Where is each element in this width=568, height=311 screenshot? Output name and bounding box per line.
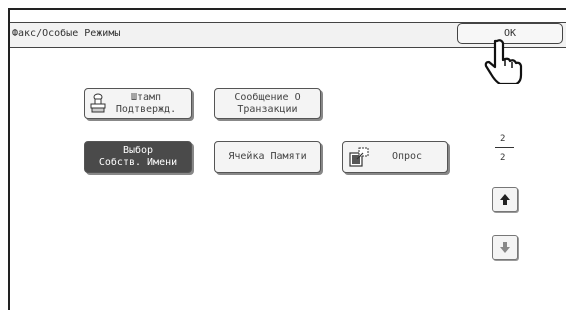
memory-box-label: Ячейка Памяти <box>228 151 307 162</box>
hand-pointer-icon <box>484 39 523 84</box>
own-name-select-button[interactable]: Выбор Собств. Имени <box>84 141 192 173</box>
stamp-line1: Штамп <box>130 91 162 103</box>
message-line2: Транзакции <box>237 103 298 115</box>
stamp-icon <box>90 93 106 113</box>
scroll-down-button[interactable] <box>492 235 518 260</box>
current-page-number: 2 <box>500 134 506 144</box>
arrow-down-icon <box>500 242 510 253</box>
transaction-message-button[interactable]: Сообщение О Транзакции <box>214 88 321 119</box>
own-name-line1: Выбор <box>122 145 154 156</box>
message-line1: Сообщение О <box>234 91 301 103</box>
arrow-up-icon <box>500 194 510 205</box>
stamp-confirm-button[interactable]: Штамп Подтвержд. <box>84 88 192 119</box>
memory-box-button[interactable]: Ячейка Памяти <box>214 141 321 173</box>
own-name-line2: Собств. Имени <box>98 157 178 168</box>
polling-button[interactable]: Опрос <box>342 141 448 173</box>
scroll-up-button[interactable] <box>492 187 518 212</box>
page-divider <box>495 147 514 148</box>
page-title: Факс/Особые Режимы <box>12 28 121 39</box>
stamp-line2: Подтвержд. <box>115 103 177 115</box>
polling-label: Опрос <box>391 151 423 162</box>
polling-icon <box>349 147 369 167</box>
total-pages-number: 2 <box>500 153 506 163</box>
